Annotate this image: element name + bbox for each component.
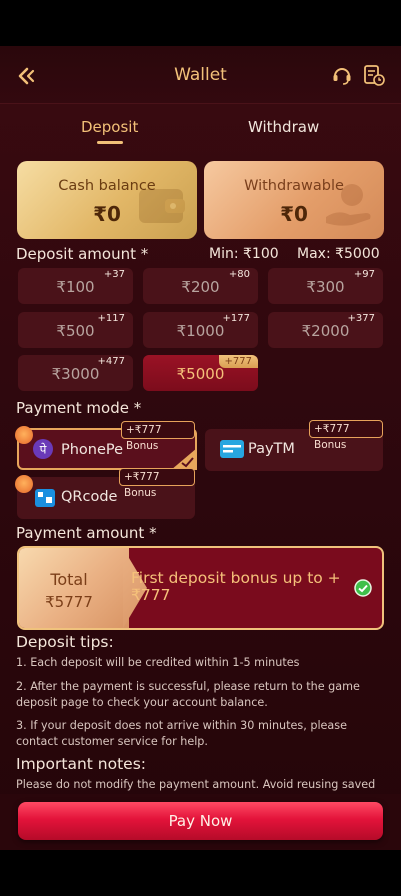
deposit-tips-title: Deposit tips: [16,633,114,651]
payment-method-qrcode[interactable]: QRcode +₹777 Bonus [17,468,195,519]
max-amount: Max: ₹5000 [297,246,380,262]
amount-option-300[interactable]: +97 ₹300 [268,268,383,304]
payment-mode-heading: Payment mode * [16,399,142,417]
records-icon[interactable] [362,63,386,87]
payment-method-phonepe[interactable]: पे PhonePe +₹777 Bonus [17,421,197,470]
amount-option-1000[interactable]: +177 ₹1000 [143,312,258,348]
total-label: Total [50,570,88,589]
amount-option-500[interactable]: +117 ₹500 [18,312,133,348]
amount-value: ₹500 [56,322,95,340]
header: Wallet [0,46,401,104]
important-notes-title: Important notes: [16,755,146,773]
fire-icon [15,475,33,493]
payment-method-paytm[interactable]: PayTM +₹777 Bonus [205,420,383,471]
amount-value: ₹5000 [176,365,225,383]
first-deposit-bonus-text: First deposit bonus up to +₹777 [131,569,341,604]
payment-bonus-badge: +₹777 Bonus [121,421,195,452]
amount-value: ₹300 [306,278,345,296]
min-amount: Min: ₹100 [209,246,279,262]
payment-amount-heading: Payment amount * [16,524,157,542]
amount-option-5000[interactable]: +777 ₹5000 [143,355,258,391]
wallet-screen: Wallet Deposit Withdraw Cash balance ₹0 … [0,46,401,850]
withdrawable-value: ₹0 [280,202,308,226]
pay-now-button[interactable]: Pay Now [18,802,383,840]
cash-balance-label: Cash balance [58,178,156,194]
amount-value: ₹200 [181,278,220,296]
amount-value: ₹2000 [301,322,350,340]
amount-option-200[interactable]: +80 ₹200 [143,268,258,304]
payment-bonus-badge: +₹777 Bonus [119,468,195,499]
qrcode-icon [35,489,55,511]
amount-option-2000[interactable]: +377 ₹2000 [268,312,383,348]
amount-value: ₹1000 [176,322,225,340]
paytm-icon [220,440,244,462]
cash-balance-card: Cash balance ₹0 [17,161,197,239]
payment-method-name: QRcode [61,489,118,505]
payment-method-name: PhonePe [61,442,124,458]
pay-bar: Pay Now [0,794,401,850]
svg-text:पे: पे [40,443,47,457]
amount-value: ₹3000 [51,365,100,383]
withdrawable-card: Withdrawable ₹0 [204,161,384,239]
check-icon [354,579,372,597]
deposit-tip: 2. After the payment is successful, plea… [16,680,360,709]
withdrawable-label: Withdrawable [244,178,344,194]
tab-deposit[interactable]: Deposit [81,118,138,136]
amount-option-3000[interactable]: +477 ₹3000 [18,355,133,391]
active-tab-indicator [97,141,123,144]
payment-amount-box: Total ₹5777 First deposit bonus up to +₹… [17,546,384,630]
tab-withdraw[interactable]: Withdraw [248,118,319,136]
deposit-amount-heading: Deposit amount * [16,245,149,263]
cash-balance-value: ₹0 [93,202,121,226]
payment-method-name: PayTM [248,441,295,457]
pay-now-label: Pay Now [168,812,233,830]
deposit-tip: 3. If your deposit does not arrive withi… [16,719,348,748]
fire-icon [15,426,33,444]
amount-option-100[interactable]: +37 ₹100 [18,268,133,304]
deposit-tip: 1. Each deposit will be credited within … [16,656,300,669]
important-notes-text: Please do not modify the payment amount.… [16,778,376,791]
check-icon [171,448,197,470]
payment-bonus-badge: +₹777 Bonus [309,420,383,451]
customer-service-icon[interactable] [330,63,354,87]
total-value: ₹5777 [45,593,93,611]
phonepe-icon: पे [33,439,53,463]
amount-value: ₹100 [56,278,95,296]
